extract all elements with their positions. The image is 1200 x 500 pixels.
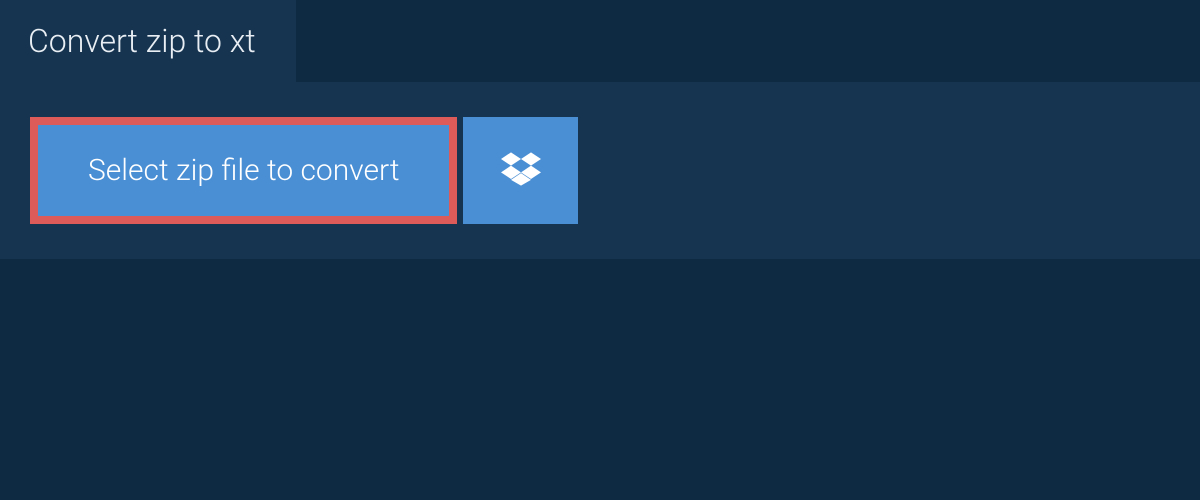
dropbox-button[interactable] xyxy=(463,117,578,224)
tab-header: Convert zip to xt xyxy=(0,0,296,82)
main-panel: Select zip file to convert xyxy=(0,82,1200,259)
select-file-button[interactable]: Select zip file to convert xyxy=(30,117,457,224)
tab-title: Convert zip to xt xyxy=(28,22,256,60)
select-file-label: Select zip file to convert xyxy=(88,153,399,188)
dropbox-icon xyxy=(501,149,541,193)
button-row: Select zip file to convert xyxy=(30,117,1170,224)
